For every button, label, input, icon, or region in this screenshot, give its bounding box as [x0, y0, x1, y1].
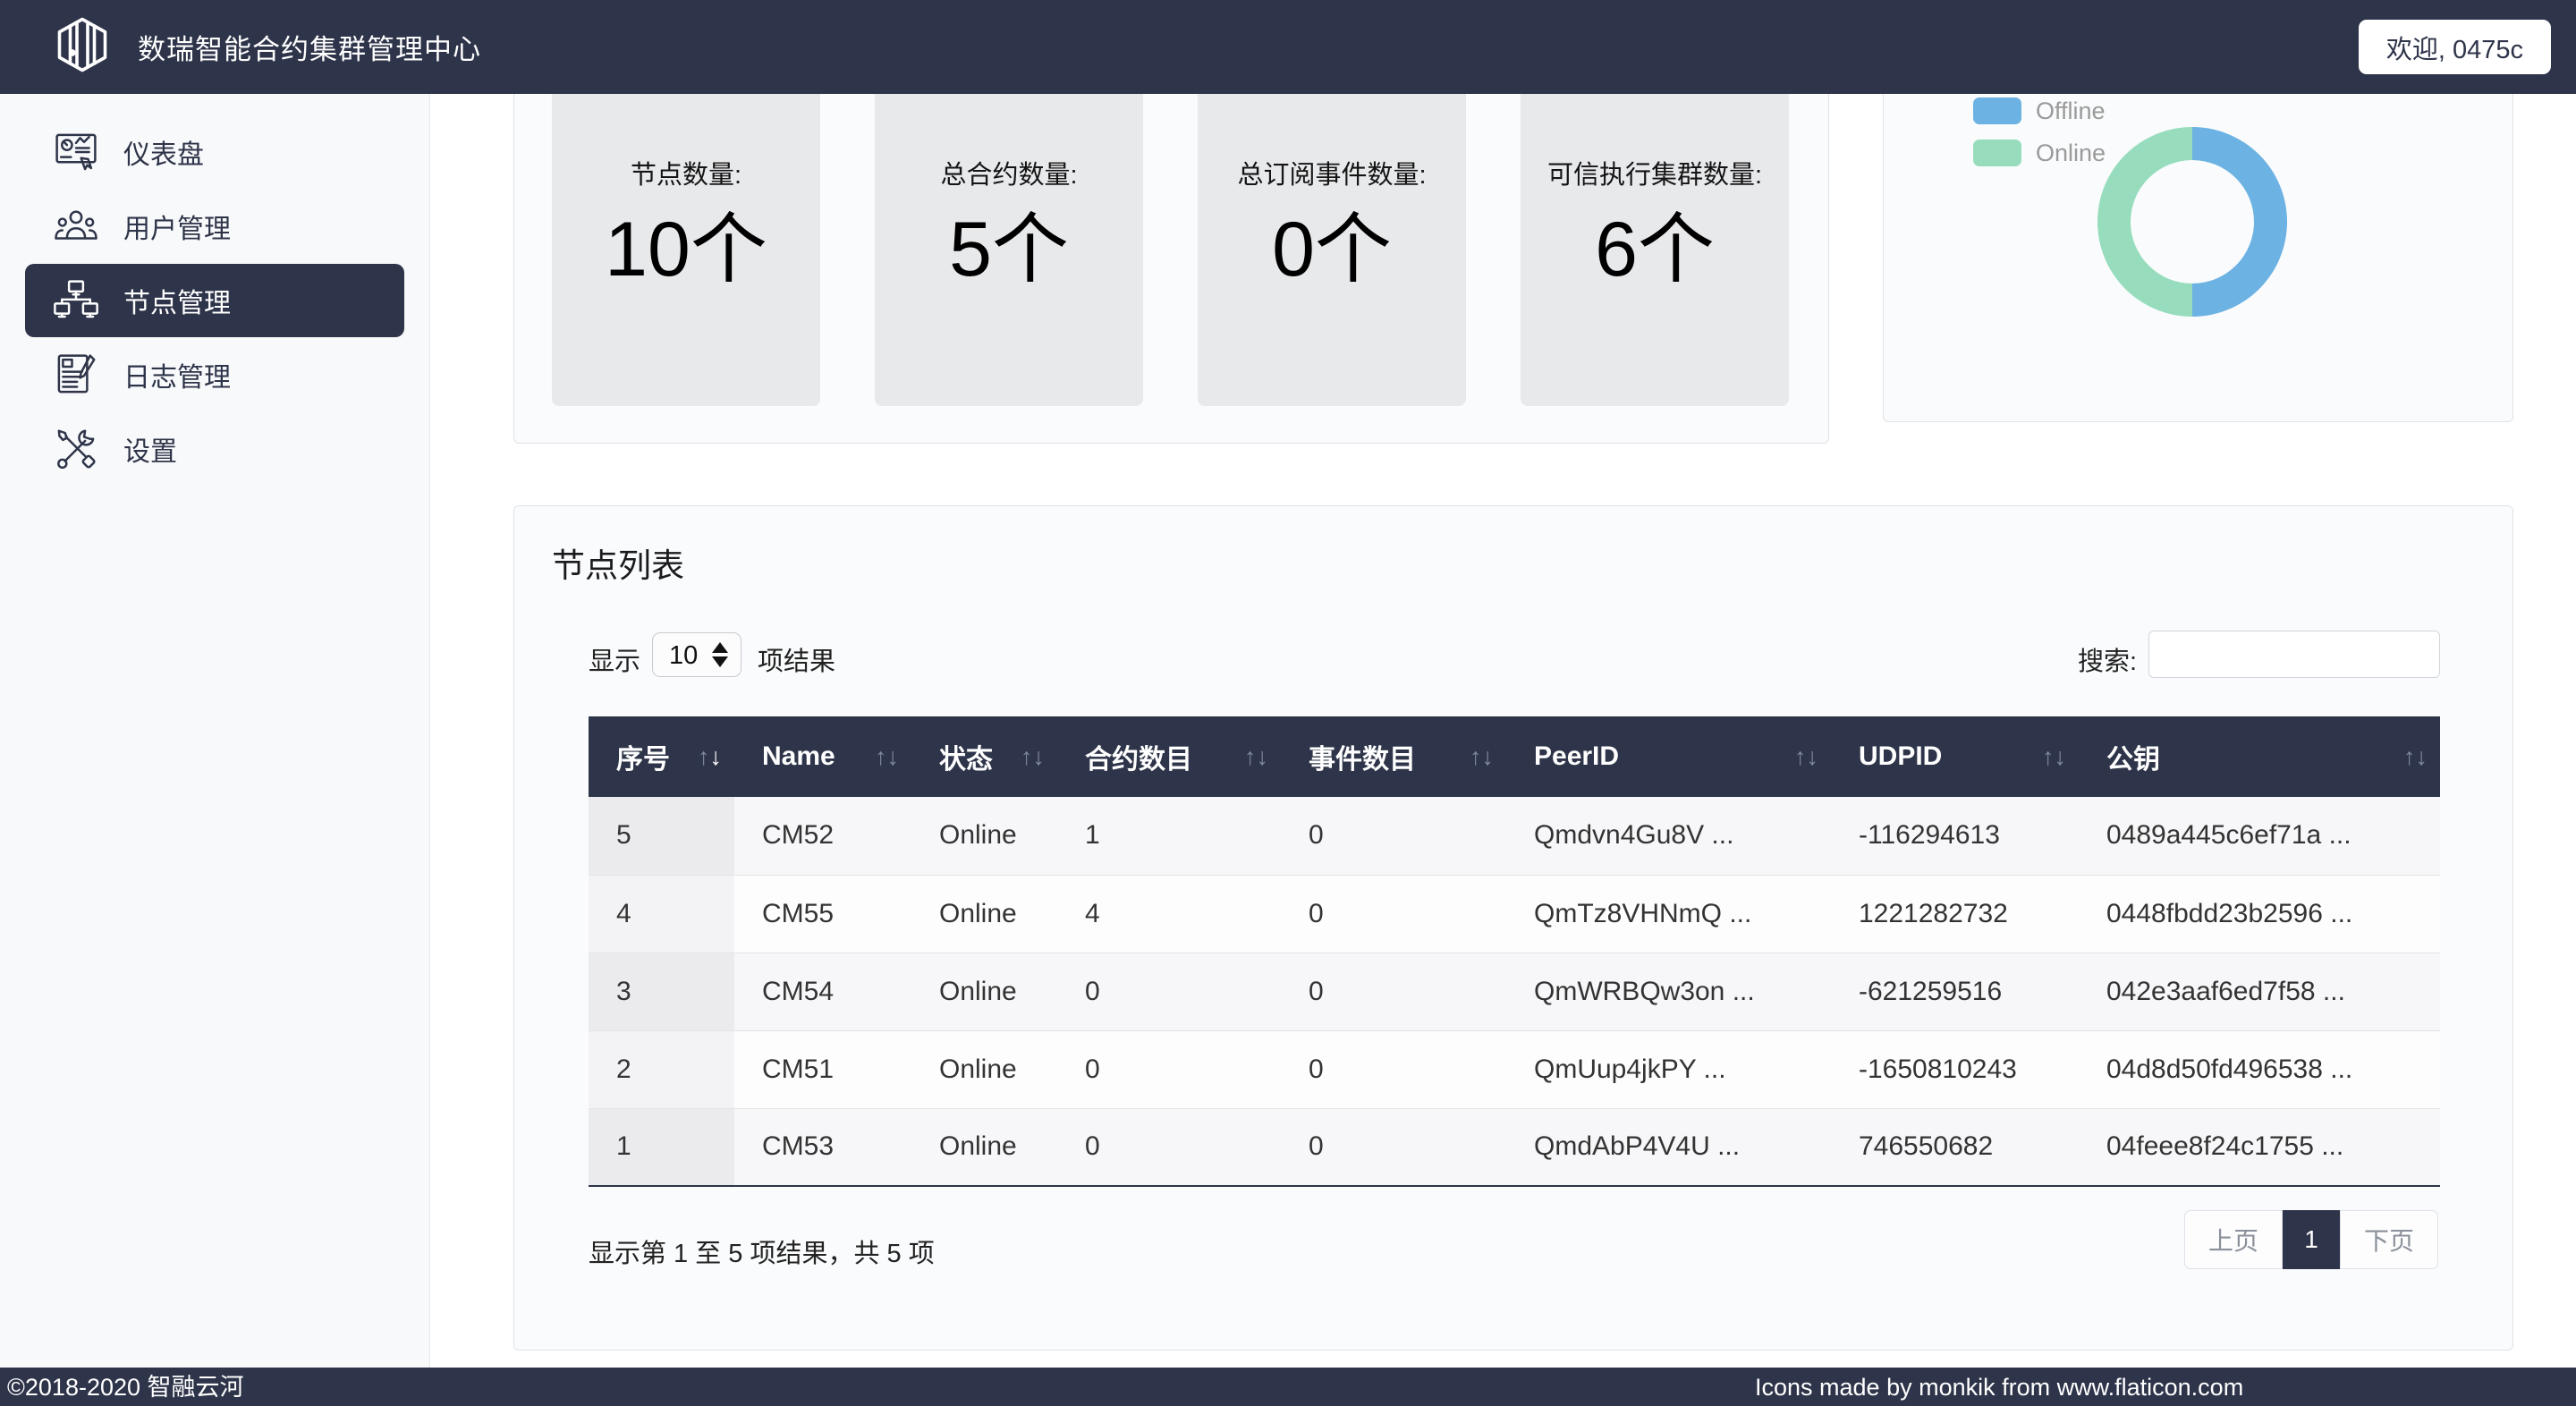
table-controls: 显示 10 项结果 搜索: — [514, 631, 2512, 682]
legend-swatch-offline[interactable] — [1973, 97, 2021, 124]
legend-label-offline[interactable]: Offline — [2036, 97, 2106, 124]
table-row[interactable]: 2CM51 Online0 0QmUup4jkPY ... -165081024… — [589, 1030, 2440, 1108]
dashboard-icon — [52, 128, 100, 176]
sidebar-item-nodes[interactable]: 节点管理 — [25, 264, 404, 337]
table-header-row: 序号 ↑↓ Name ↑↓ 状态 ↑↓ 合约数目 ↑↓ 事件数目 ↑↓ Peer… — [589, 716, 2440, 797]
next-page-button[interactable]: 下页 — [2340, 1210, 2438, 1269]
sort-icon[interactable]: ↑↓ — [2042, 716, 2066, 797]
stat-value: 10个 — [552, 186, 820, 298]
stat-card-events: 总订阅事件数量: 0个 — [1198, 86, 1466, 406]
page-size-select[interactable]: 10 — [652, 632, 741, 677]
sidebar-item-settings[interactable]: 设置 — [25, 412, 404, 486]
app-root: 节点数量: 10个 总合约数量: 5个 总订阅事件数量: 0个 可信执行集群数量… — [0, 0, 2576, 1406]
table-row[interactable]: 5CM52 Online1 0Qmdvn4Gu8V ... -116294613… — [589, 797, 2440, 875]
search-label: 搜索: — [2078, 640, 2137, 678]
sidebar-item-label: 日志管理 — [123, 355, 231, 394]
col-header-event-count[interactable]: 事件数目 ↑↓ — [1281, 716, 1506, 797]
page-1-button[interactable]: 1 — [2283, 1210, 2340, 1269]
log-icon — [52, 351, 100, 399]
col-header-contract-count[interactable]: 合约数目 ↑↓ — [1057, 716, 1281, 797]
col-header-status[interactable]: 状态 ↑↓ — [911, 716, 1057, 797]
sort-icon[interactable]: ↑↓ — [875, 716, 899, 797]
welcome-user-button[interactable]: 欢迎, 0475c — [2359, 20, 2551, 74]
sidebar-item-label: 设置 — [123, 429, 177, 469]
legend-label-online[interactable]: Online — [2036, 140, 2106, 166]
results-label: 项结果 — [758, 640, 835, 678]
col-header-peerid[interactable]: PeerID ↑↓ — [1506, 716, 1831, 797]
app-header: 数瑞智能合约集群管理中心 欢迎, 0475c — [0, 0, 2576, 94]
col-header-name[interactable]: Name ↑↓ — [734, 716, 911, 797]
stat-value: 6个 — [1521, 186, 1789, 298]
stat-card-trusted-clusters: 可信执行集群数量: 6个 — [1521, 86, 1789, 406]
col-header-udpid[interactable]: UDPID ↑↓ — [1831, 716, 2079, 797]
prev-page-button[interactable]: 上页 — [2184, 1210, 2283, 1269]
nodes-icon — [52, 276, 100, 325]
sidebar-item-label: 用户管理 — [123, 207, 231, 246]
settings-icon — [52, 425, 100, 473]
node-list-panel: 节点列表 显示 10 项结果 搜索: 序号 — [513, 505, 2513, 1351]
stat-value: 0个 — [1198, 186, 1466, 298]
sidebar-item-logs[interactable]: 日志管理 — [25, 338, 404, 411]
table-row[interactable]: 1CM53 Online0 0QmdAbP4V4U ... 7465506820… — [589, 1108, 2440, 1186]
app-title: 数瑞智能合约集群管理中心 — [138, 27, 481, 67]
users-icon — [52, 202, 100, 250]
sidebar: 仪表盘 用户管理 — [0, 94, 430, 1368]
copyright-text: ©2018-2020 智融云河 — [7, 1368, 244, 1406]
search-input[interactable] — [2148, 631, 2440, 678]
app-footer: ©2018-2020 智融云河 Icons made by monkik fro… — [0, 1368, 2576, 1406]
pagination: 上页 1 下页 — [2184, 1210, 2438, 1269]
sidebar-item-label: 仪表盘 — [123, 132, 204, 172]
sidebar-item-dashboard[interactable]: 仪表盘 — [25, 115, 404, 189]
show-label: 显示 — [589, 640, 640, 678]
table-info-text: 显示第 1 至 5 项结果，共 5 项 — [589, 1232, 935, 1270]
col-header-index[interactable]: 序号 ↑↓ — [589, 716, 734, 797]
sort-icon[interactable]: ↑↓ — [2403, 716, 2428, 797]
sort-icon[interactable]: ↑↓ — [1794, 716, 1818, 797]
stat-card-contracts: 总合约数量: 5个 — [875, 86, 1143, 406]
sort-icon[interactable]: ↑↓ — [1470, 716, 1494, 797]
app-logo-icon — [50, 15, 114, 80]
table-row[interactable]: 4CM55 Online4 0QmTz8VHNmQ ... 1221282732… — [589, 875, 2440, 953]
node-list-title: 节点列表 — [552, 538, 684, 587]
node-status-donut-chart — [2097, 127, 2287, 317]
sort-icon[interactable]: ↑↓ — [1244, 716, 1268, 797]
node-table-wrap: 序号 ↑↓ Name ↑↓ 状态 ↑↓ 合约数目 ↑↓ 事件数目 ↑↓ Peer… — [589, 716, 2440, 1187]
col-header-pubkey[interactable]: 公钥 ↑↓ — [2079, 716, 2440, 797]
icons-credit-text: Icons made by monkik from www.flaticon.c… — [1755, 1368, 2243, 1406]
sidebar-item-label: 节点管理 — [123, 281, 231, 320]
stat-value: 5个 — [875, 186, 1143, 298]
select-spinner-icon — [712, 642, 728, 667]
sort-icon[interactable]: ↑↓ — [698, 716, 722, 797]
donut-hole — [2131, 160, 2254, 284]
node-status-chart-panel: Offline Online — [1883, 76, 2513, 422]
sidebar-item-users[interactable]: 用户管理 — [25, 190, 404, 263]
table-row[interactable]: 3CM54 Online0 0QmWRBQw3on ... -621259516… — [589, 953, 2440, 1030]
legend-swatch-online[interactable] — [1973, 140, 2021, 166]
page-size-value: 10 — [669, 641, 698, 671]
stats-panel: 节点数量: 10个 总合约数量: 5个 总订阅事件数量: 0个 可信执行集群数量… — [513, 76, 1829, 444]
node-table: 序号 ↑↓ Name ↑↓ 状态 ↑↓ 合约数目 ↑↓ 事件数目 ↑↓ Peer… — [589, 716, 2440, 1187]
sort-icon[interactable]: ↑↓ — [1021, 716, 1045, 797]
stat-card-nodes: 节点数量: 10个 — [552, 86, 820, 406]
